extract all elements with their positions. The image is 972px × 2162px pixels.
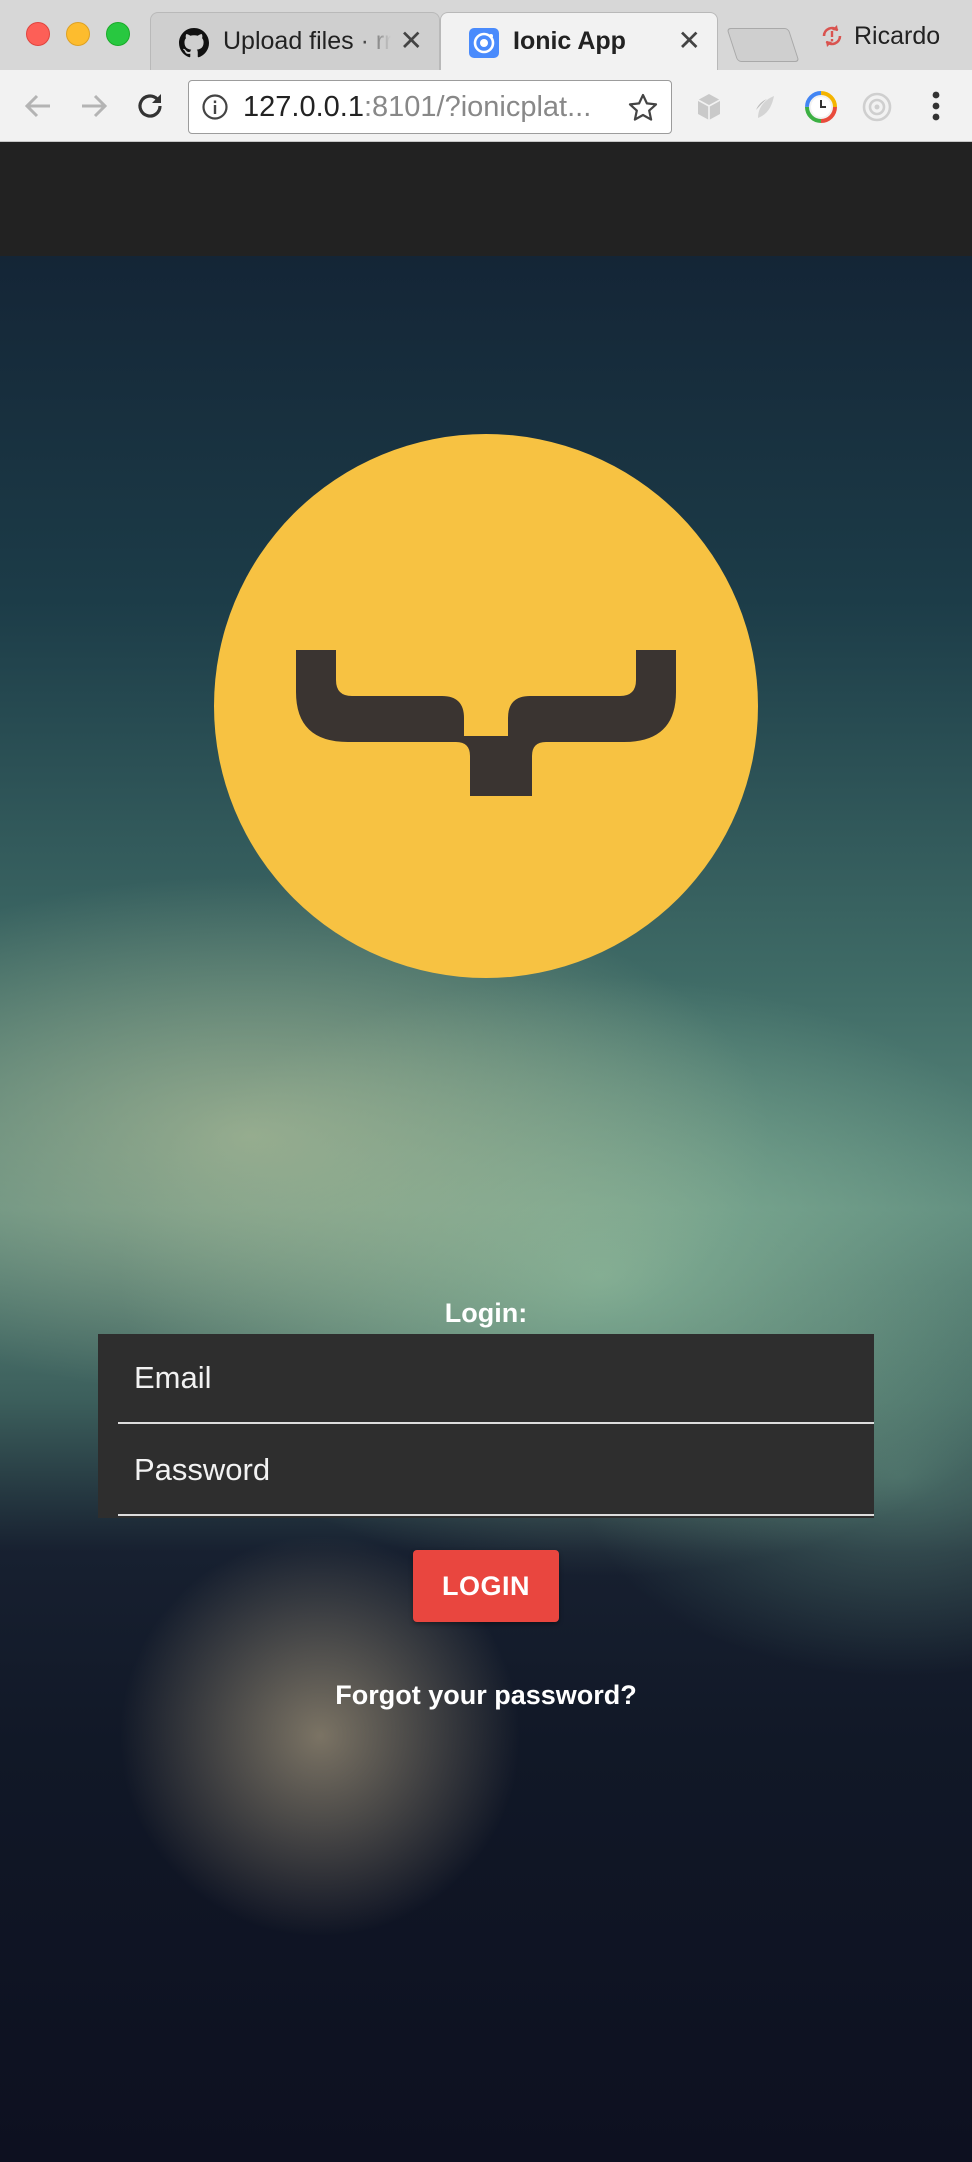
email-label: Email: [134, 1360, 212, 1395]
url-text: 127.0.0.1:8101/?ionicplat...: [243, 91, 591, 124]
ionic-icon: [469, 28, 499, 58]
extension-target-icon[interactable]: [860, 90, 894, 124]
close-icon[interactable]: ✕: [400, 25, 423, 57]
tab-title: Upload files · rr: [223, 27, 391, 55]
profile-name: Ricardo: [854, 21, 941, 50]
app-viewport: Login: Email Password LOGIN Forgot your …: [0, 142, 972, 2162]
back-arrow-icon: [24, 94, 50, 118]
tab-title: Ionic App: [513, 27, 626, 55]
email-field[interactable]: Email: [118, 1334, 874, 1424]
forward-arrow-icon: [82, 94, 108, 118]
tab-upload-files[interactable]: Upload files · rr ✕: [150, 12, 440, 70]
profile-button[interactable]: Ricardo: [818, 18, 940, 54]
sync-error-icon: [822, 25, 842, 47]
github-icon: [179, 28, 209, 58]
forward-button[interactable]: [74, 86, 114, 126]
new-tab-button[interactable]: [726, 28, 800, 62]
close-window-button[interactable]: [26, 22, 50, 46]
browser-chrome: Upload files · rr ✕ Ionic App ✕ Ricardo …: [0, 0, 972, 142]
extension-leaf-icon[interactable]: [748, 90, 782, 124]
close-icon[interactable]: ✕: [678, 25, 701, 57]
minimize-window-button[interactable]: [66, 22, 90, 46]
reload-button[interactable]: [130, 86, 170, 126]
url-rest: :8101/?ionicplat...: [363, 91, 592, 123]
forgot-password-link[interactable]: Forgot your password?: [0, 1680, 972, 1711]
more-menu-icon[interactable]: [920, 88, 952, 124]
extension-timer-icon[interactable]: [804, 90, 838, 124]
app-logo: [214, 434, 758, 978]
reload-icon: [138, 94, 162, 118]
browser-toolbar: 127.0.0.1:8101/?ionicplat...: [0, 70, 972, 142]
login-heading: Login:: [444, 1298, 528, 1328]
login-form: Email Password: [98, 1334, 874, 1518]
password-field[interactable]: Password: [118, 1426, 874, 1516]
bookmark-star-icon[interactable]: [627, 92, 659, 124]
password-label: Password: [134, 1452, 271, 1487]
extension-cube-icon[interactable]: [692, 90, 726, 124]
app-header-bar: [0, 142, 972, 256]
address-bar[interactable]: 127.0.0.1:8101/?ionicplat...: [188, 80, 672, 134]
login-button[interactable]: LOGIN: [413, 1550, 559, 1622]
info-icon[interactable]: [201, 93, 229, 121]
tab-strip: Upload files · rr ✕ Ionic App ✕ Ricardo: [0, 0, 972, 70]
url-host: 127.0.0.1: [243, 91, 364, 123]
tab-ionic-app[interactable]: Ionic App ✕: [440, 12, 718, 70]
curly-brace-icon: [296, 650, 676, 796]
maximize-window-button[interactable]: [106, 22, 130, 46]
back-button[interactable]: [18, 86, 58, 126]
